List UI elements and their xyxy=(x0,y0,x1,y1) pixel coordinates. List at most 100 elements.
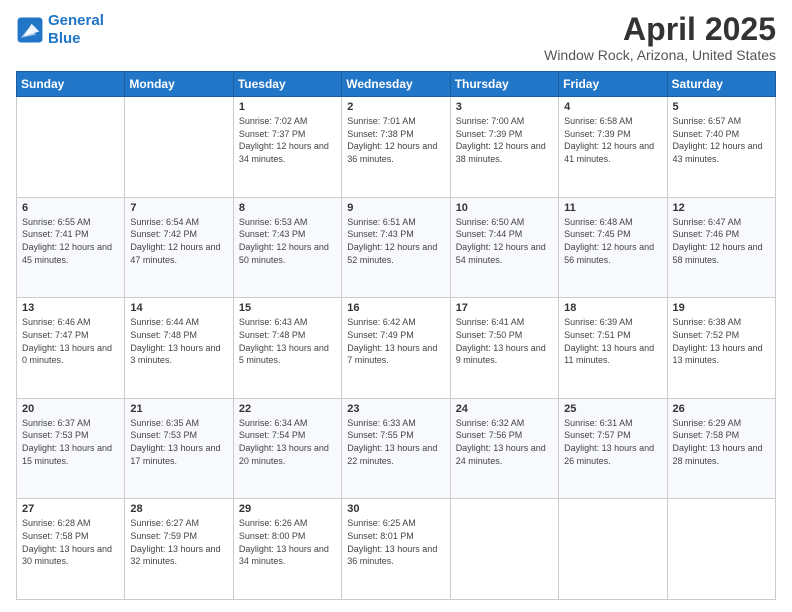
day-info: Sunrise: 6:51 AMSunset: 7:43 PMDaylight:… xyxy=(347,216,444,266)
calendar-day-header: Saturday xyxy=(667,72,775,97)
calendar-cell xyxy=(125,97,233,198)
day-number: 12 xyxy=(673,202,770,214)
header: General Blue April 2025 Window Rock, Ari… xyxy=(16,12,776,63)
day-info: Sunrise: 7:00 AMSunset: 7:39 PMDaylight:… xyxy=(456,115,553,165)
calendar-cell: 8 Sunrise: 6:53 AMSunset: 7:43 PMDaylight… xyxy=(233,197,341,298)
day-info: Sunrise: 6:48 AMSunset: 7:45 PMDaylight:… xyxy=(564,216,661,266)
day-number: 1 xyxy=(239,101,336,113)
calendar-cell: 2 Sunrise: 7:01 AMSunset: 7:38 PMDaylight… xyxy=(342,97,450,198)
calendar-cell: 27 Sunrise: 6:28 AMSunset: 7:58 PMDayligh… xyxy=(17,499,125,600)
logo-icon xyxy=(16,16,44,44)
day-info: Sunrise: 6:55 AMSunset: 7:41 PMDaylight:… xyxy=(22,216,119,266)
calendar-cell: 28 Sunrise: 6:27 AMSunset: 7:59 PMDayligh… xyxy=(125,499,233,600)
day-number: 3 xyxy=(456,101,553,113)
calendar-week-row: 27 Sunrise: 6:28 AMSunset: 7:58 PMDayligh… xyxy=(17,499,776,600)
day-number: 24 xyxy=(456,403,553,415)
day-number: 25 xyxy=(564,403,661,415)
calendar-cell: 24Sunrise: 6:32 AMSunset: 7:56 PMDayligh… xyxy=(450,398,558,499)
day-number: 16 xyxy=(347,302,444,314)
logo-line2: Blue xyxy=(48,30,81,47)
calendar-cell: 5 Sunrise: 6:57 AMSunset: 7:40 PMDaylight… xyxy=(667,97,775,198)
calendar-week-row: 13 Sunrise: 6:46 AMSunset: 7:47 PMDayligh… xyxy=(17,298,776,399)
day-info: Sunrise: 6:57 AMSunset: 7:40 PMDaylight:… xyxy=(673,115,770,165)
day-info: Sunrise: 6:43 AMSunset: 7:48 PMDaylight:… xyxy=(239,316,336,366)
calendar-cell: 20 Sunrise: 6:37 AMSunset: 7:53 PMDayligh… xyxy=(17,398,125,499)
day-info: Sunrise: 6:26 AMSunset: 8:00 PMDaylight:… xyxy=(239,517,336,567)
calendar-cell: 18Sunrise: 6:39 AMSunset: 7:51 PMDayligh… xyxy=(559,298,667,399)
day-info: Sunrise: 6:46 AMSunset: 7:47 PMDaylight:… xyxy=(22,316,119,366)
day-number: 13 xyxy=(22,302,119,314)
calendar-day-header: Tuesday xyxy=(233,72,341,97)
calendar-day-header: Wednesday xyxy=(342,72,450,97)
day-number: 9 xyxy=(347,202,444,214)
calendar-week-row: 1 Sunrise: 7:02 AMSunset: 7:37 PMDaylight… xyxy=(17,97,776,198)
day-info: Sunrise: 6:31 AMSunset: 7:57 PMDaylight:… xyxy=(564,417,661,467)
calendar-cell: 15 Sunrise: 6:43 AMSunset: 7:48 PMDayligh… xyxy=(233,298,341,399)
logo: General Blue xyxy=(16,12,104,48)
day-number: 11 xyxy=(564,202,661,214)
day-info: Sunrise: 6:38 AMSunset: 7:52 PMDaylight:… xyxy=(673,316,770,366)
day-info: Sunrise: 7:02 AMSunset: 7:37 PMDaylight:… xyxy=(239,115,336,165)
calendar-cell: 10Sunrise: 6:50 AMSunset: 7:44 PMDayligh… xyxy=(450,197,558,298)
day-info: Sunrise: 6:44 AMSunset: 7:48 PMDaylight:… xyxy=(130,316,227,366)
day-info: Sunrise: 6:50 AMSunset: 7:44 PMDaylight:… xyxy=(456,216,553,266)
day-number: 5 xyxy=(673,101,770,113)
calendar-cell: 21Sunrise: 6:35 AMSunset: 7:53 PMDayligh… xyxy=(125,398,233,499)
day-info: Sunrise: 6:25 AMSunset: 8:01 PMDaylight:… xyxy=(347,517,444,567)
calendar-cell: 11 Sunrise: 6:48 AMSunset: 7:45 PMDayligh… xyxy=(559,197,667,298)
day-info: Sunrise: 6:35 AMSunset: 7:53 PMDaylight:… xyxy=(130,417,227,467)
day-info: Sunrise: 6:47 AMSunset: 7:46 PMDaylight:… xyxy=(673,216,770,266)
day-number: 23 xyxy=(347,403,444,415)
page: General Blue April 2025 Window Rock, Ari… xyxy=(0,0,792,612)
calendar-table: SundayMondayTuesdayWednesdayThursdayFrid… xyxy=(16,71,776,600)
calendar-cell: 7Sunrise: 6:54 AMSunset: 7:42 PMDaylight… xyxy=(125,197,233,298)
calendar-cell: 14 Sunrise: 6:44 AMSunset: 7:48 PMDayligh… xyxy=(125,298,233,399)
header-right: April 2025 Window Rock, Arizona, United … xyxy=(544,12,776,63)
day-info: Sunrise: 6:53 AMSunset: 7:43 PMDaylight:… xyxy=(239,216,336,266)
calendar-cell: 6 Sunrise: 6:55 AMSunset: 7:41 PMDaylight… xyxy=(17,197,125,298)
calendar-cell: 9 Sunrise: 6:51 AMSunset: 7:43 PMDaylight… xyxy=(342,197,450,298)
day-number: 17 xyxy=(456,302,553,314)
day-info: Sunrise: 6:33 AMSunset: 7:55 PMDaylight:… xyxy=(347,417,444,467)
calendar-week-row: 6 Sunrise: 6:55 AMSunset: 7:41 PMDaylight… xyxy=(17,197,776,298)
day-number: 4 xyxy=(564,101,661,113)
day-info: Sunrise: 7:01 AMSunset: 7:38 PMDaylight:… xyxy=(347,115,444,165)
calendar-day-header: Friday xyxy=(559,72,667,97)
day-number: 2 xyxy=(347,101,444,113)
day-number: 6 xyxy=(22,202,119,214)
calendar-cell: 3 Sunrise: 7:00 AMSunset: 7:39 PMDaylight… xyxy=(450,97,558,198)
day-number: 15 xyxy=(239,302,336,314)
calendar-week-row: 20 Sunrise: 6:37 AMSunset: 7:53 PMDayligh… xyxy=(17,398,776,499)
day-info: Sunrise: 6:27 AMSunset: 7:59 PMDaylight:… xyxy=(130,517,227,567)
day-info: Sunrise: 6:34 AMSunset: 7:54 PMDaylight:… xyxy=(239,417,336,467)
day-number: 27 xyxy=(22,503,119,515)
calendar-cell: 29Sunrise: 6:26 AMSunset: 8:00 PMDayligh… xyxy=(233,499,341,600)
calendar-cell: 25 Sunrise: 6:31 AMSunset: 7:57 PMDayligh… xyxy=(559,398,667,499)
day-info: Sunrise: 6:41 AMSunset: 7:50 PMDaylight:… xyxy=(456,316,553,366)
day-info: Sunrise: 6:28 AMSunset: 7:58 PMDaylight:… xyxy=(22,517,119,567)
day-info: Sunrise: 6:39 AMSunset: 7:51 PMDaylight:… xyxy=(564,316,661,366)
day-number: 26 xyxy=(673,403,770,415)
day-info: Sunrise: 6:29 AMSunset: 7:58 PMDaylight:… xyxy=(673,417,770,467)
day-info: Sunrise: 6:42 AMSunset: 7:49 PMDaylight:… xyxy=(347,316,444,366)
calendar-cell: 13 Sunrise: 6:46 AMSunset: 7:47 PMDayligh… xyxy=(17,298,125,399)
calendar-cell: 23 Sunrise: 6:33 AMSunset: 7:55 PMDayligh… xyxy=(342,398,450,499)
day-number: 8 xyxy=(239,202,336,214)
day-number: 19 xyxy=(673,302,770,314)
day-info: Sunrise: 6:54 AMSunset: 7:42 PMDaylight:… xyxy=(130,216,227,266)
day-number: 20 xyxy=(22,403,119,415)
logo-text: General Blue xyxy=(48,12,104,48)
calendar-cell xyxy=(17,97,125,198)
calendar-day-header: Thursday xyxy=(450,72,558,97)
page-title: April 2025 xyxy=(544,12,776,47)
day-number: 28 xyxy=(130,503,227,515)
day-number: 22 xyxy=(239,403,336,415)
calendar-cell xyxy=(667,499,775,600)
calendar-cell: 26 Sunrise: 6:29 AMSunset: 7:58 PMDayligh… xyxy=(667,398,775,499)
logo-line1: General xyxy=(48,12,104,29)
calendar-cell: 16 Sunrise: 6:42 AMSunset: 7:49 PMDayligh… xyxy=(342,298,450,399)
day-info: Sunrise: 6:37 AMSunset: 7:53 PMDaylight:… xyxy=(22,417,119,467)
calendar-cell xyxy=(450,499,558,600)
day-number: 14 xyxy=(130,302,227,314)
calendar-day-header: Sunday xyxy=(17,72,125,97)
